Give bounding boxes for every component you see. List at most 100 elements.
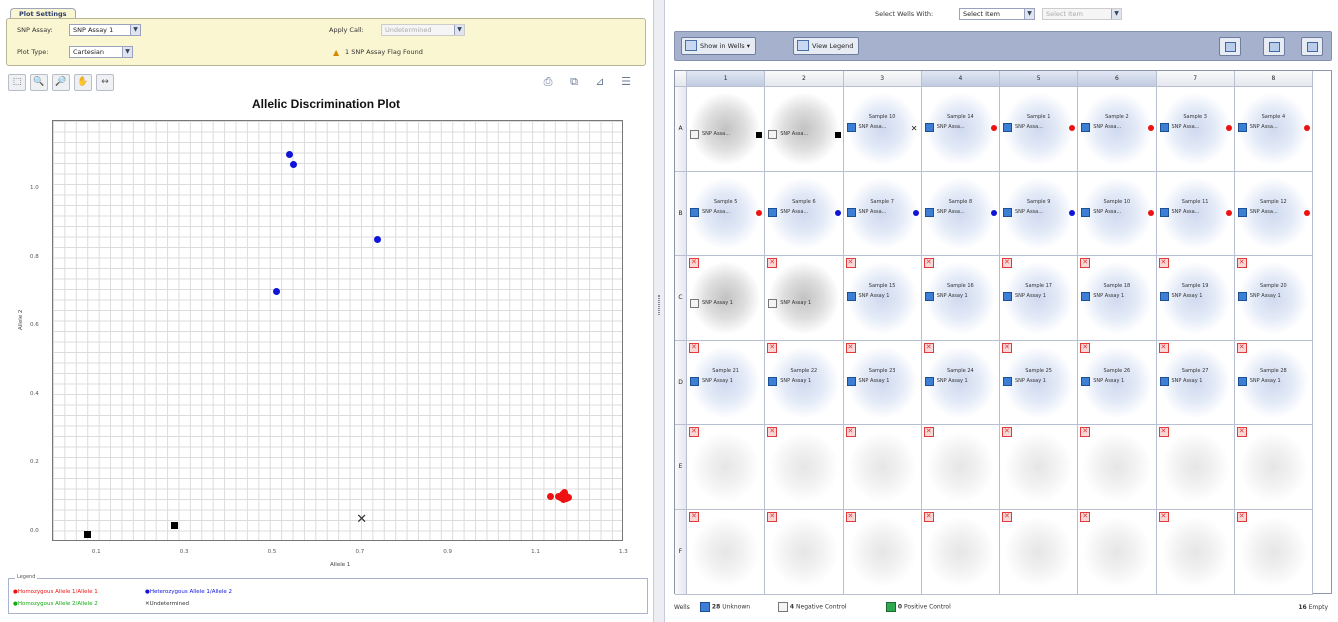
flag-icon[interactable] — [923, 512, 934, 522]
reset-button[interactable]: ↔ — [96, 74, 114, 91]
plate-well[interactable]: Sample 17 SNP Assay 1 — [1000, 256, 1079, 341]
plate-well[interactable]: Sample 4 SNP Assa... — [1234, 87, 1313, 172]
flag-icon[interactable] — [923, 258, 934, 269]
flag-icon[interactable] — [1080, 342, 1091, 353]
flag-icon[interactable] — [1236, 427, 1247, 438]
flag-icon[interactable] — [845, 342, 856, 353]
row-header[interactable]: A — [675, 87, 687, 172]
plate-well[interactable]: Sample 6 SNP Assa... — [765, 171, 844, 257]
data-point[interactable] — [564, 493, 572, 501]
copy-icon[interactable]: ⧉ — [566, 74, 582, 90]
data-point-square[interactable] — [83, 530, 91, 538]
plate-well[interactable]: Sample 22 SNP Assay 1 — [765, 340, 844, 426]
split-divider[interactable] — [653, 0, 665, 622]
print-icon[interactable]: ⎙ — [540, 74, 556, 90]
plate-well[interactable] — [1078, 510, 1157, 595]
plate-well[interactable]: Sample 24 SNP Assay 1 — [921, 340, 1000, 426]
plate-well[interactable]: Sample 2 SNP Assa... — [1078, 87, 1157, 172]
flag-icon[interactable] — [767, 258, 778, 269]
plate-well[interactable] — [1234, 425, 1313, 510]
plate-well[interactable] — [1000, 510, 1079, 595]
data-point[interactable] — [290, 160, 298, 168]
flag-icon[interactable] — [1080, 427, 1091, 438]
column-header[interactable]: 8 — [1234, 71, 1313, 87]
plate-well[interactable] — [765, 510, 844, 595]
plate-well[interactable]: Sample 10 SNP Assa... — [1078, 171, 1157, 257]
data-point-x[interactable]: ✕ — [356, 513, 368, 526]
flag-icon[interactable] — [1236, 258, 1247, 269]
zoom-out-button[interactable]: 🔎 — [52, 74, 70, 91]
data-point[interactable] — [285, 150, 293, 158]
flag-icon[interactable] — [689, 427, 699, 438]
data-point[interactable] — [272, 287, 280, 295]
plate-well[interactable]: Sample 27 SNP Assay 1 — [1156, 340, 1235, 426]
plate-well[interactable]: Sample 19 SNP Assay 1 — [1156, 256, 1235, 341]
flag-icon[interactable] — [689, 512, 699, 522]
flag-icon[interactable] — [1002, 512, 1012, 522]
column-header[interactable]: 4 — [921, 71, 1000, 87]
plate-well[interactable] — [1156, 425, 1235, 510]
plate-well[interactable] — [921, 425, 1000, 510]
flag-icon[interactable] — [767, 342, 778, 353]
column-header[interactable]: 5 — [1000, 71, 1079, 87]
flag-icon[interactable] — [845, 427, 856, 438]
flag-icon[interactable] — [1236, 512, 1247, 522]
flag-icon[interactable] — [1158, 342, 1169, 353]
data-point[interactable] — [373, 236, 381, 244]
flag-icon[interactable] — [1158, 512, 1169, 522]
select-wells-value-select[interactable]: Select Item ▼ — [1042, 8, 1122, 20]
plate-well[interactable] — [1156, 510, 1235, 595]
plate-well[interactable]: Sample 5 SNP Assa... — [687, 171, 766, 257]
flag-icon[interactable] — [1080, 258, 1091, 269]
grid-view-button[interactable] — [1301, 37, 1323, 56]
flag-icon[interactable] — [767, 427, 778, 438]
flag-icon[interactable] — [1002, 342, 1012, 353]
flag-icon[interactable] — [845, 512, 856, 522]
column-header[interactable]: 1 — [687, 71, 766, 87]
chart-options-icon[interactable]: ⊿ — [592, 74, 608, 90]
plate-well[interactable] — [687, 510, 766, 595]
view-legend-button[interactable]: View Legend — [793, 37, 860, 55]
column-header[interactable]: 2 — [765, 71, 844, 87]
data-point[interactable] — [547, 493, 555, 500]
show-in-wells-button[interactable]: Show in Wells ▾ — [681, 37, 756, 55]
flag-icon[interactable] — [923, 427, 934, 438]
plate-well[interactable]: SNP Assa... — [765, 87, 844, 172]
flag-icon[interactable] — [689, 258, 699, 269]
flag-icon[interactable] — [1002, 427, 1012, 438]
flag-icon[interactable] — [1158, 258, 1169, 269]
plot-type-select[interactable]: Cartesian ▼ — [69, 46, 133, 58]
apply-call-select[interactable]: Undetermined ▼ — [381, 24, 465, 36]
data-point-square[interactable] — [171, 522, 179, 530]
row-header[interactable]: F — [675, 510, 687, 595]
plate-well[interactable] — [1000, 425, 1079, 510]
scatter-plot-area[interactable] — [52, 120, 623, 541]
plate-well[interactable]: Sample 26 SNP Assay 1 — [1078, 340, 1157, 426]
plate-well[interactable]: Sample 23 SNP Assay 1 — [843, 340, 922, 426]
columns-icon[interactable]: ☰ — [618, 74, 634, 90]
plate-well[interactable] — [843, 510, 922, 595]
plate-well[interactable]: SNP Assay 1 — [765, 256, 844, 341]
divider-grip[interactable] — [658, 295, 660, 315]
plate-well[interactable] — [843, 425, 922, 510]
plate-well[interactable]: Sample 18 SNP Assay 1 — [1078, 256, 1157, 341]
select-wells-type-select[interactable]: Select Item ▼ — [959, 8, 1035, 20]
flag-icon[interactable] — [1080, 512, 1091, 522]
plate-well[interactable]: Sample 9 SNP Assa... — [1000, 171, 1079, 257]
zoom-in-button[interactable]: 🔍 — [30, 74, 48, 91]
flag-icon[interactable] — [845, 258, 856, 269]
plate-well[interactable]: SNP Assa... — [687, 87, 766, 172]
column-header[interactable]: 7 — [1156, 71, 1235, 87]
plate-well[interactable] — [1234, 510, 1313, 595]
plate-well[interactable]: Sample 7 SNP Assa... — [843, 171, 922, 257]
plate-well[interactable]: Sample 10 SNP Assa... ✕ — [843, 87, 922, 172]
plate-well[interactable]: SNP Assay 1 — [687, 256, 766, 341]
plate-well[interactable]: Sample 1 SNP Assa... — [1000, 87, 1079, 172]
column-header[interactable]: 6 — [1078, 71, 1157, 87]
plate-well[interactable] — [1078, 425, 1157, 510]
plate-well[interactable]: Sample 3 SNP Assa... — [1156, 87, 1235, 172]
flag-icon[interactable] — [1158, 427, 1169, 438]
flag-icon[interactable] — [923, 342, 934, 353]
plate-well[interactable] — [921, 510, 1000, 595]
row-header[interactable]: D — [675, 340, 687, 426]
